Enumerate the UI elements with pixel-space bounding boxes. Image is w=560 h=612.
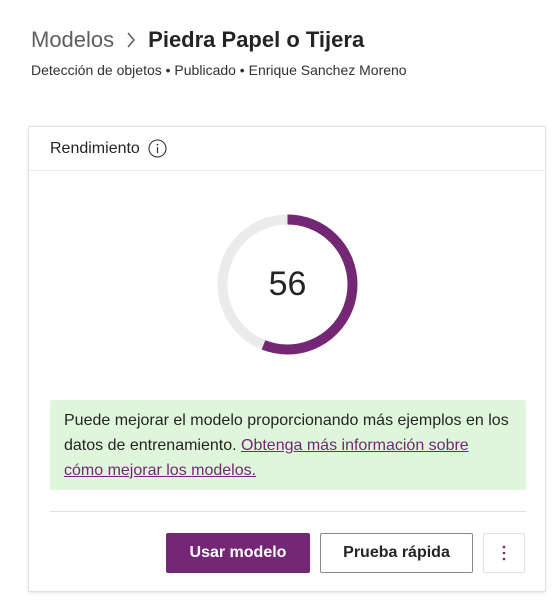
performance-gauge: 56 [217, 214, 358, 355]
performance-card: Rendimiento 56 Puede mejorar el modelo p… [28, 126, 546, 592]
card-header: Rendimiento [29, 127, 545, 171]
divider [50, 511, 526, 512]
breadcrumb: Modelos Piedra Papel o Tijera [31, 26, 364, 54]
breadcrumb-models-link[interactable]: Modelos [31, 27, 114, 53]
page-title: Piedra Papel o Tijera [148, 27, 365, 52]
use-model-button[interactable]: Usar modelo [166, 533, 310, 573]
improvement-notice: Puede mejorar el modelo proporcionando m… [50, 400, 526, 490]
model-meta-info: Detección de objetos • Publicado • Enriq… [31, 62, 407, 78]
more-options-button[interactable] [483, 533, 525, 573]
performance-score: 56 [268, 265, 307, 303]
info-icon[interactable] [148, 139, 167, 158]
quick-test-button[interactable]: Prueba rápida [320, 533, 473, 573]
more-vertical-icon [502, 544, 506, 562]
chevron-right-icon [114, 32, 148, 48]
card-title: Rendimiento [50, 139, 140, 157]
